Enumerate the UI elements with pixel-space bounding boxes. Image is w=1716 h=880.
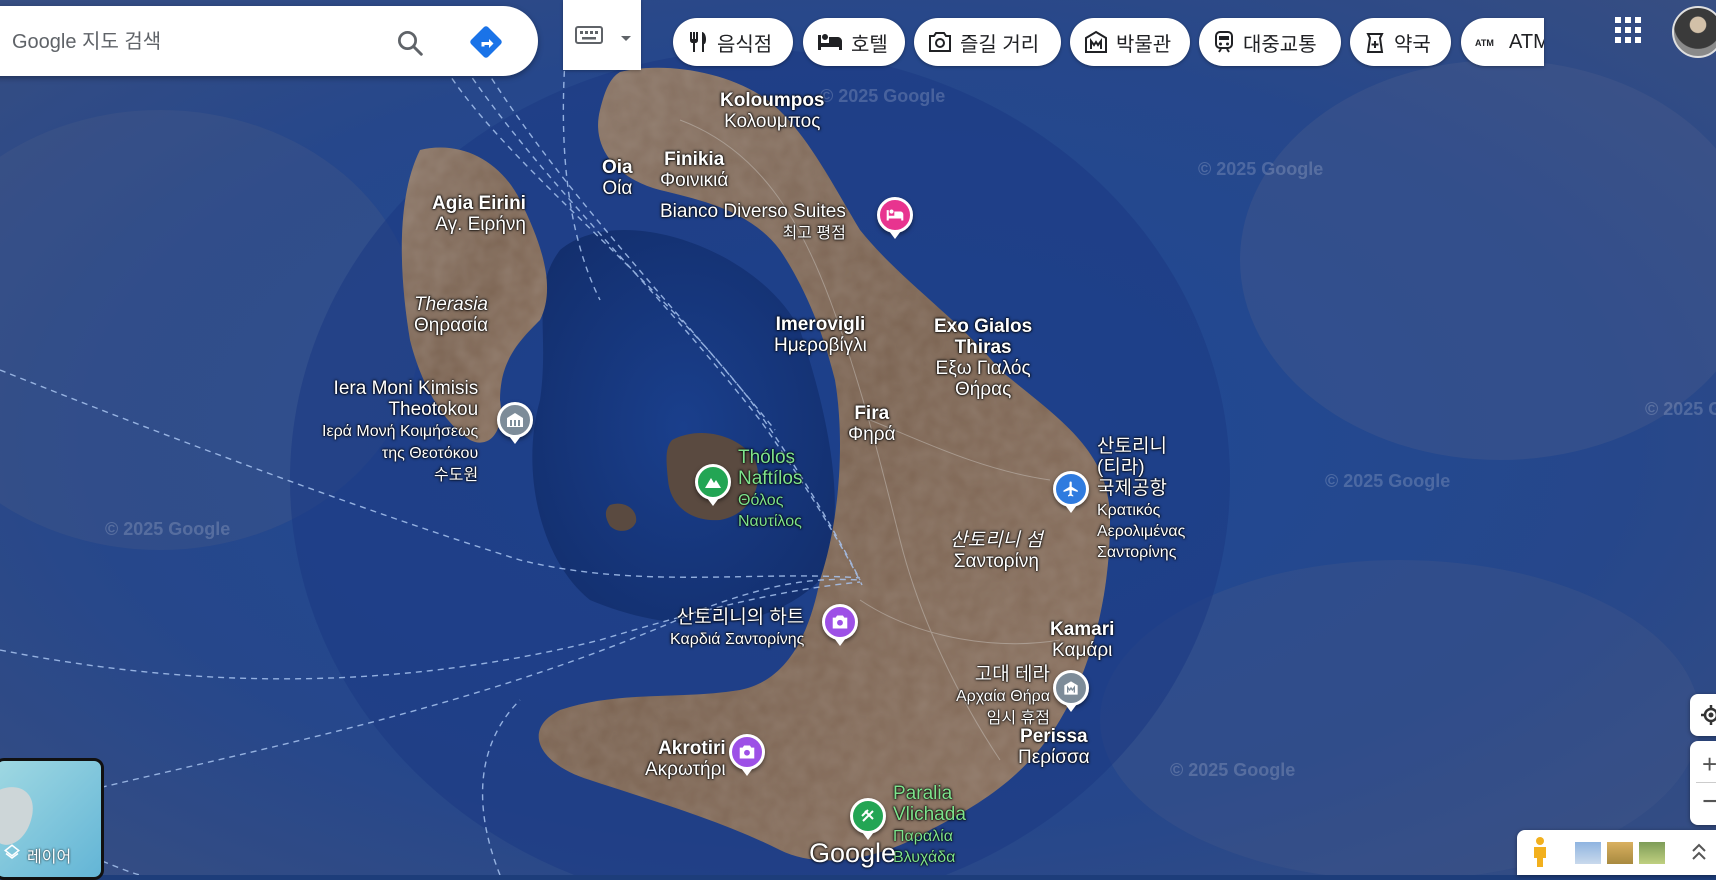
- category-chip-restaurants[interactable]: 음식점: [673, 18, 793, 66]
- place-label-koloumpos[interactable]: Koloumpos Κολουμπος: [720, 90, 825, 132]
- zoom-controls: + −: [1690, 741, 1716, 825]
- atm-icon: ATM: [1475, 38, 1494, 48]
- directions-icon[interactable]: [468, 24, 504, 65]
- search-input[interactable]: [10, 24, 374, 60]
- divider: [1696, 782, 1716, 783]
- attraction-pin[interactable]: [822, 604, 858, 646]
- category-chip-hotels[interactable]: 호텔: [803, 18, 905, 66]
- category-chip-atm[interactable]: ATM ATM: [1461, 18, 1544, 66]
- museum-icon: [1085, 30, 1107, 53]
- chip-label: ATM: [1509, 30, 1544, 53]
- chip-label: 호텔: [851, 33, 888, 56]
- beach-pin[interactable]: [850, 798, 886, 840]
- train-icon: [1215, 31, 1233, 53]
- watermark-text: © 2025 Google: [1325, 471, 1450, 491]
- place-label-fira[interactable]: Fira Φηρά: [848, 403, 896, 445]
- place-label-airport[interactable]: 산토리니 (티라) 국제공항 Κρατικός Αερολιμένας Σαντορίνη…: [1097, 436, 1185, 562]
- category-chip-pharmacy[interactable]: 약국: [1350, 18, 1451, 66]
- imagery-thumb[interactable]: [1639, 842, 1665, 864]
- chip-label: 즐길 거리: [960, 33, 1040, 56]
- imagery-thumb[interactable]: [1607, 842, 1633, 864]
- hotel-pin[interactable]: [877, 197, 913, 239]
- category-chip-things-to-do[interactable]: 즐길 거리: [914, 18, 1061, 66]
- pegman-icon[interactable]: [1531, 836, 1549, 873]
- watermark-text: © 2025 Google: [820, 86, 945, 106]
- category-chip-museums[interactable]: 박물관: [1070, 18, 1190, 66]
- place-label-therasia[interactable]: Therasia Θηρασία: [414, 294, 488, 336]
- avatar[interactable]: [1672, 6, 1716, 58]
- bed-icon: [886, 209, 904, 221]
- museum-icon: [1064, 681, 1078, 695]
- place-label-ancient-thera[interactable]: 고대 테라 Αρχαία Θήρα 임시 휴점: [956, 664, 1050, 729]
- airport-pin[interactable]: [1053, 471, 1089, 513]
- input-tools[interactable]: [563, 0, 641, 70]
- location-target-icon: [1700, 704, 1716, 731]
- google-logo: Google: [809, 838, 897, 868]
- bottom-right-toolbar: [1517, 830, 1716, 875]
- zoom-out-icon[interactable]: −: [1702, 787, 1716, 817]
- place-label-finikia[interactable]: Finikia Φοινικιά: [660, 149, 728, 191]
- layers-label: 레이어: [27, 849, 72, 866]
- search-icon[interactable]: [395, 28, 425, 63]
- watermark-text: © 2025 Google: [1170, 760, 1295, 780]
- chevron-up-icon[interactable]: [1691, 842, 1707, 867]
- place-label-paralia-vlichada[interactable]: Paralia Vlichada Παραλία Βλυχάδα: [893, 783, 966, 867]
- monastery-pin[interactable]: [497, 402, 533, 444]
- attraction-pin[interactable]: [729, 734, 765, 776]
- apps-grid-icon[interactable]: [1615, 17, 1641, 48]
- nature-pin[interactable]: [695, 464, 731, 506]
- svg-text:ATM: ATM: [1475, 38, 1494, 48]
- place-label-agia-eirini[interactable]: Agia Eirini Αγ. Ειρήνη: [432, 193, 526, 235]
- airplane-icon: [1063, 481, 1078, 497]
- place-label-heart-of-santorini[interactable]: 산토리니의 하트 Καρδιά Σαντορίνης: [670, 607, 804, 650]
- place-label-iera-moni[interactable]: Iera Moni Kimisis Theotokou Ιερά Μονή Κοιμ…: [322, 378, 478, 486]
- watermark-text: © 2025 Google: [1198, 159, 1323, 179]
- chip-label: 음식점: [717, 33, 773, 56]
- watermark-text: © 2025 Google: [105, 519, 230, 539]
- bed-icon: [818, 34, 842, 50]
- fork-knife-icon: [690, 32, 706, 52]
- place-label-perissa[interactable]: Perissa Περίσσα: [1018, 726, 1090, 768]
- place-label-exo-gialos[interactable]: Exo Gialos Thiras Εξω Γιαλός Θήρας: [934, 316, 1032, 400]
- place-label-kamari[interactable]: Kamari Καμάρι: [1050, 619, 1114, 661]
- my-location-button[interactable]: [1690, 694, 1716, 736]
- category-chip-transit[interactable]: 대중교통: [1199, 18, 1341, 66]
- layers-button[interactable]: 레이어: [0, 758, 104, 880]
- place-label-imerovigli[interactable]: Imerovigli Ημεροβίγλι: [774, 314, 867, 356]
- place-label-oia[interactable]: Oia Οία: [602, 157, 633, 199]
- watermark-text: © 2025 Google: [1645, 399, 1716, 419]
- place-label-akrotiri[interactable]: Akrotiri Ακρωτήρι: [645, 738, 726, 780]
- camera-icon: [929, 32, 951, 52]
- chip-label: 대중교통: [1243, 33, 1317, 56]
- mountain-icon: [705, 478, 721, 488]
- keyboard-icon[interactable]: [575, 26, 603, 49]
- place-label-tholos-naftilos[interactable]: Thólos Naftílos Θόλος Ναυτίλος: [738, 447, 802, 531]
- search-box: [0, 6, 538, 76]
- chevron-down-icon[interactable]: [620, 30, 632, 48]
- monastery-icon: [507, 413, 523, 427]
- zoom-in-icon[interactable]: +: [1702, 751, 1716, 777]
- landmark-pin[interactable]: [1053, 670, 1089, 712]
- camera-icon: [739, 745, 755, 759]
- imagery-thumb[interactable]: [1575, 842, 1601, 864]
- pharmacy-icon: [1366, 33, 1384, 53]
- chip-label: 박물관: [1116, 33, 1172, 56]
- camera-icon: [832, 615, 848, 629]
- layers-icon: [3, 843, 21, 866]
- beach-icon: [861, 809, 874, 822]
- place-label-santorini-island[interactable]: 산토리니 섬 Σαντορίνη: [950, 530, 1043, 572]
- place-label-bianco-diverso[interactable]: Bianco Diverso Suites 최고 평점: [660, 201, 846, 244]
- chip-label: 약국: [1394, 33, 1431, 56]
